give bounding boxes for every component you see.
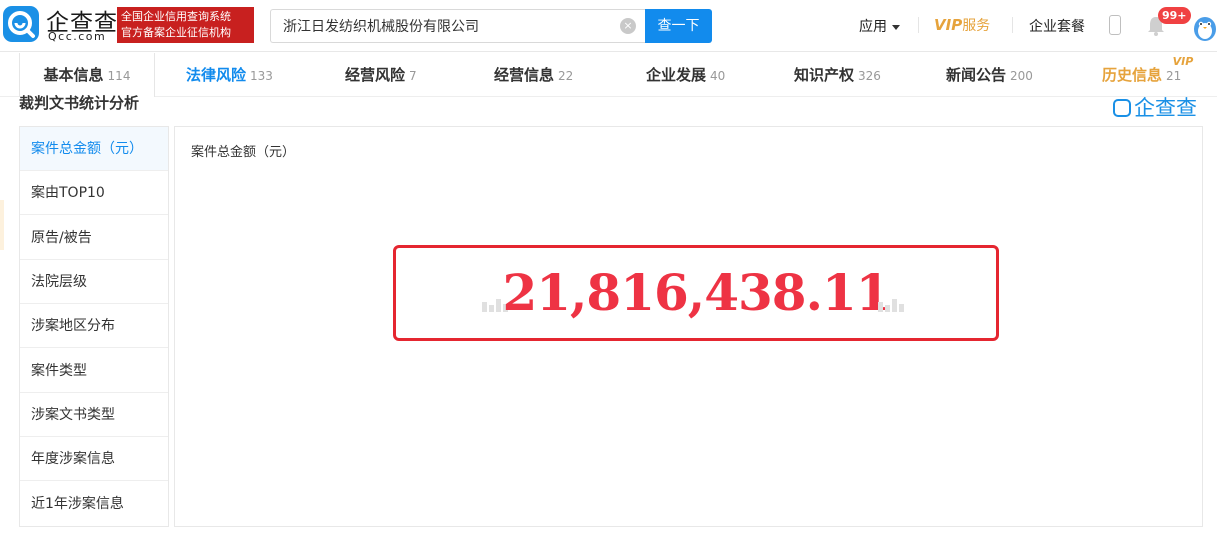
nav-divider: [1012, 17, 1013, 33]
tab-count: 22: [558, 69, 574, 83]
tab-count: 7: [409, 69, 417, 83]
tab-count: 40: [710, 69, 726, 83]
watermark-text: 企查查: [1134, 96, 1197, 120]
total-amount-value: 21,816,438.11: [502, 263, 890, 322]
nav-apps-menu[interactable]: 应用: [859, 16, 900, 36]
tab-label: 历史信息: [1102, 66, 1163, 84]
sidenav-item-last-year-cases[interactable]: 近1年涉案信息: [20, 482, 168, 526]
tab-legal-risk[interactable]: 法律风险 133: [186, 53, 273, 97]
mobile-phone-icon[interactable]: [1109, 15, 1121, 35]
tab-operating-risk[interactable]: 经营风险 7: [345, 53, 417, 97]
tab-count: 21: [1166, 69, 1182, 83]
nav-enterprise-package[interactable]: 企业套餐: [1029, 16, 1085, 36]
sidenav-item-court-level[interactable]: 法院层级: [20, 260, 168, 304]
nav-apps-label: 应用: [859, 19, 887, 35]
sidenav-item-total-amount[interactable]: 案件总金额（元）: [20, 127, 168, 171]
chevron-down-icon: [892, 24, 900, 30]
tab-vip-badge: VIP: [1172, 55, 1194, 68]
tab-development[interactable]: 企业发展 40: [646, 53, 725, 97]
panel-title: 案件总金额（元）: [191, 145, 296, 160]
tab-label: 新闻公告: [946, 66, 1007, 84]
top-header: 企查查 Qcc.com 全国企业信用查询系统 官方备案企业征信机构 × 查一下 …: [0, 0, 1217, 52]
nav-divider: [918, 17, 919, 33]
official-badge: 全国企业信用查询系统 官方备案企业征信机构: [117, 7, 254, 43]
sidenav-item-case-top10[interactable]: 案由TOP10: [20, 171, 168, 215]
tab-intellectual-property[interactable]: 知识产权 326: [794, 53, 881, 97]
tab-label: 知识产权: [794, 66, 855, 84]
tab-count: 200: [1010, 69, 1033, 83]
tab-basic-info[interactable]: 基本信息 114: [19, 53, 155, 97]
vip-mark: VIP: [934, 16, 963, 34]
sidenav-item-yearly-cases[interactable]: 年度涉案信息: [20, 437, 168, 481]
clear-icon[interactable]: ×: [620, 18, 636, 34]
notification-badge: 99+: [1158, 7, 1191, 24]
search-input[interactable]: [283, 10, 613, 42]
tab-label: 法律风险: [186, 66, 247, 84]
search-button[interactable]: 查一下: [645, 9, 712, 43]
tab-history[interactable]: 历史信息 21 VIP: [1102, 53, 1193, 97]
total-amount-box: 21,816,438.11: [393, 245, 999, 341]
logo-text-en: Qcc.com: [48, 30, 107, 43]
badge-line-1: 全国企业信用查询系统: [121, 10, 231, 23]
sidenav-item-plaintiff-defendant[interactable]: 原告/被告: [20, 216, 168, 260]
avatar[interactable]: [1190, 12, 1217, 42]
nav-vip-service[interactable]: VIP服务: [934, 15, 990, 35]
tab-label: 经营信息: [494, 66, 555, 84]
sidenav-item-region[interactable]: 涉案地区分布: [20, 304, 168, 348]
analysis-sidenav: 案件总金额（元） 案由TOP10 原告/被告 法院层级 涉案地区分布 案件类型 …: [19, 126, 169, 527]
tab-count: 133: [250, 69, 273, 83]
tab-news[interactable]: 新闻公告 200: [946, 53, 1033, 97]
badge-line-2: 官方备案企业征信机构: [121, 26, 231, 39]
search-box: ×: [270, 9, 645, 43]
section-title: 裁判文书统计分析: [19, 94, 140, 112]
tab-count: 114: [107, 69, 131, 83]
company-tab-bar: 基本信息 114 法律风险 133 经营风险 7 经营信息 22 企业发展 40 知识产权…: [0, 53, 1217, 97]
sidenav-item-document-type[interactable]: 涉案文书类型: [20, 393, 168, 437]
tab-label: 经营风险: [345, 66, 406, 84]
tab-count: 326: [858, 69, 881, 83]
qcc-watermark-logo: 企查查: [1113, 92, 1197, 122]
tab-label: 基本信息: [43, 66, 104, 84]
qcc-logo[interactable]: 企查查 Qcc.com: [3, 6, 117, 46]
edge-strip: [0, 200, 4, 250]
qcc-logo-icon: [3, 6, 39, 42]
analysis-panel: 案件总金额（元） 21,816,438.11: [174, 126, 1203, 527]
vip-service-label: 服务: [962, 18, 991, 34]
qcc-watermark-icon: [1113, 99, 1131, 117]
tab-operating-info[interactable]: 经营信息 22: [494, 53, 573, 97]
bar-chart-icon: [878, 299, 904, 312]
sidenav-item-case-type[interactable]: 案件类型: [20, 349, 168, 393]
tab-label: 企业发展: [646, 66, 707, 84]
